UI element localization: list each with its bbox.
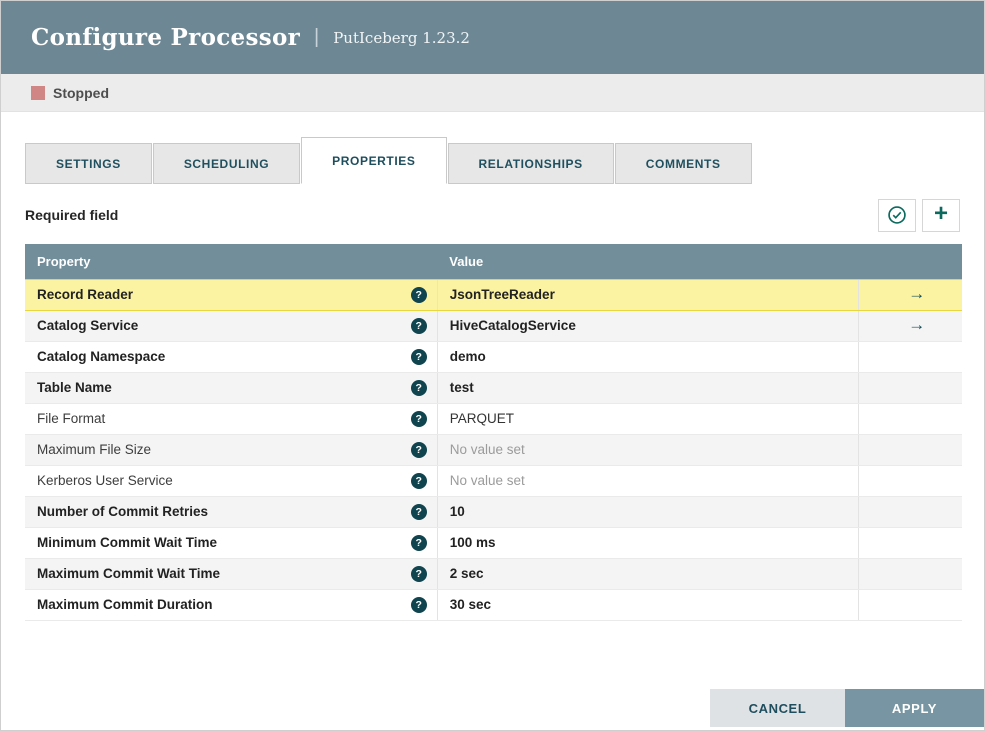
table-header-row: Property Value <box>25 244 962 279</box>
help-icon[interactable]: ? <box>410 534 427 551</box>
help-icon[interactable]: ? <box>410 286 427 303</box>
property-name: Catalog Namespace <box>37 349 166 364</box>
tab-scheduling[interactable]: SCHEDULING <box>152 143 301 184</box>
property-value[interactable]: 30 sec <box>450 597 491 612</box>
tab-bar: SETTINGS SCHEDULING PROPERTIES RELATIONSHIP… <box>25 137 960 184</box>
property-value[interactable]: No value set <box>450 473 525 488</box>
verify-properties-button[interactable] <box>878 198 916 232</box>
table-row[interactable]: Record Reader ? JsonTreeReader → <box>25 278 962 311</box>
property-value[interactable]: 100 ms <box>450 535 496 550</box>
check-circle-icon <box>887 205 907 225</box>
property-value[interactable]: 10 <box>450 504 465 519</box>
status-label: Stopped <box>53 84 109 101</box>
title-separator: | <box>314 26 320 48</box>
tab-settings[interactable]: SETTINGS <box>25 143 152 184</box>
property-name: Kerberos User Service <box>37 473 173 488</box>
table-row[interactable]: Catalog Service ? HiveCatalogService → <box>25 310 962 342</box>
cancel-button[interactable]: CANCEL <box>710 689 845 727</box>
help-icon[interactable]: ? <box>410 379 427 396</box>
required-field-label: Required field <box>25 207 119 223</box>
table-row[interactable]: Kerberos User Service ? No value set <box>25 465 962 497</box>
plus-icon: + <box>933 200 948 227</box>
toolbar-buttons: + <box>878 198 960 232</box>
configure-processor-dialog: Configure Processor | PutIceberg 1.23.2 … <box>0 0 985 731</box>
table-row[interactable]: Number of Commit Retries ? 10 <box>25 496 962 528</box>
property-column-header: Property <box>25 244 438 279</box>
stopped-status-icon <box>31 85 45 100</box>
property-name: Minimum Commit Wait Time <box>37 535 218 550</box>
footer-buttons: CANCEL APPLY <box>710 689 984 727</box>
table-row[interactable]: Minimum Commit Wait Time ? 100 ms <box>25 527 962 559</box>
property-name: Table Name <box>37 380 112 395</box>
value-column-header: Value <box>437 244 859 279</box>
properties-table-body: Record Reader ? JsonTreeReader → Catalog… <box>25 278 962 621</box>
table-row[interactable]: Catalog Namespace ? demo <box>25 341 962 373</box>
property-value[interactable]: demo <box>450 349 486 364</box>
property-name: File Format <box>37 411 106 426</box>
help-icon[interactable]: ? <box>410 596 427 613</box>
tab-comments[interactable]: COMMENTS <box>614 143 752 184</box>
help-icon[interactable]: ? <box>410 317 427 334</box>
property-name: Number of Commit Retries <box>37 504 209 519</box>
help-icon[interactable]: ? <box>410 565 427 582</box>
property-name: Maximum Commit Duration <box>37 597 213 612</box>
table-row[interactable]: File Format ? PARQUET <box>25 403 962 435</box>
help-icon[interactable]: ? <box>410 472 427 489</box>
help-icon[interactable]: ? <box>410 441 427 458</box>
go-to-service-icon[interactable]: → <box>908 284 925 304</box>
help-icon[interactable]: ? <box>410 410 427 427</box>
table-row[interactable]: Table Name ? test <box>25 372 962 404</box>
property-value[interactable]: JsonTreeReader <box>450 287 555 302</box>
property-name: Catalog Service <box>37 318 139 333</box>
dialog-header: Configure Processor | PutIceberg 1.23.2 <box>1 1 984 74</box>
add-property-button[interactable]: + <box>922 198 960 232</box>
property-value[interactable]: PARQUET <box>450 411 514 426</box>
dialog-title: Configure Processor <box>31 24 301 51</box>
table-row[interactable]: Maximum Commit Duration ? 30 sec <box>25 589 962 621</box>
property-name: Record Reader <box>37 287 134 302</box>
processor-type-version: PutIceberg 1.23.2 <box>333 28 470 47</box>
actions-column-header <box>858 244 962 279</box>
property-value[interactable]: No value set <box>450 442 525 457</box>
help-icon[interactable]: ? <box>410 503 427 520</box>
properties-toolbar: Required field + <box>25 198 960 232</box>
property-name: Maximum Commit Wait Time <box>37 566 221 581</box>
property-value[interactable]: test <box>450 380 474 395</box>
properties-table: Property Value Record Reader ? JsonTreeR… <box>25 244 962 621</box>
help-icon[interactable]: ? <box>410 348 427 365</box>
tab-relationships[interactable]: RELATIONSHIPS <box>447 143 614 184</box>
property-name: Maximum File Size <box>37 442 152 457</box>
apply-button[interactable]: APPLY <box>845 689 984 727</box>
property-value[interactable]: HiveCatalogService <box>450 318 576 333</box>
go-to-service-icon[interactable]: → <box>908 315 925 335</box>
status-bar: Stopped <box>1 74 984 112</box>
table-row[interactable]: Maximum File Size ? No value set <box>25 434 962 466</box>
tab-properties[interactable]: PROPERTIES <box>301 137 447 184</box>
table-row[interactable]: Maximum Commit Wait Time ? 2 sec <box>25 558 962 590</box>
property-value[interactable]: 2 sec <box>450 566 484 581</box>
